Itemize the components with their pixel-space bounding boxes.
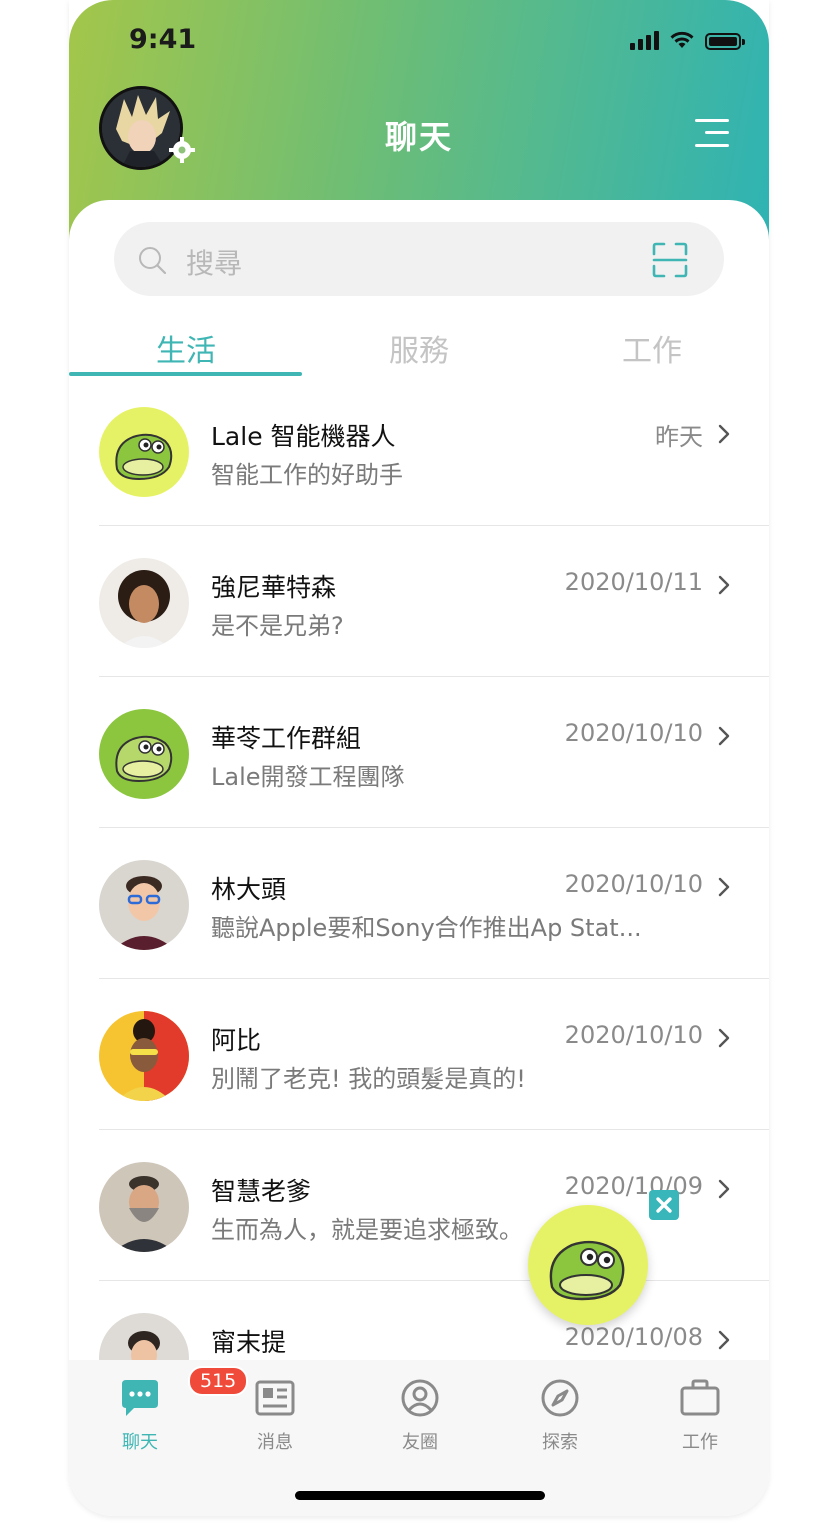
row-divider: [99, 1129, 769, 1130]
chat-name: Lale 智能機器人: [211, 422, 396, 451]
chat-icon: 515: [118, 1366, 249, 1420]
chat-name: 阿比: [211, 1026, 262, 1055]
status-time: 9:41: [129, 24, 197, 55]
chat-date: 2020/10/11: [564, 568, 703, 596]
chat-preview: 智能工作的好助手: [211, 461, 403, 489]
chat-row[interactable]: Lale 智能機器人 智能工作的好助手 昨天: [99, 405, 769, 556]
chat-preview: Lale開發工程團隊: [211, 763, 405, 791]
home-indicator[interactable]: [295, 1491, 545, 1500]
compass-icon: [538, 1376, 582, 1420]
chevron-right-icon: [718, 424, 730, 444]
tabbar-item-chat[interactable]: 515 聊天: [85, 1366, 249, 1454]
chevron-right-icon: [718, 877, 730, 897]
search-bar[interactable]: 搜尋: [114, 222, 724, 296]
active-tab-indicator: [69, 372, 302, 376]
tab-services[interactable]: 服務: [302, 326, 536, 370]
chat-row[interactable]: 阿比 別鬧了老克! 我的頭髮是真的! 2020/10/10: [99, 1009, 769, 1160]
search-input[interactable]: 搜尋: [186, 242, 242, 282]
avatar: [99, 1162, 189, 1252]
tabbar-label: 友圈: [402, 1432, 438, 1453]
chevron-right-icon: [718, 575, 730, 595]
chat-preview: 別鬧了老克! 我的頭髮是真的!: [211, 1065, 526, 1093]
bot-mascot-icon: [549, 1240, 625, 1301]
chevron-right-icon: [718, 1330, 730, 1350]
content-sheet: 搜尋 生活 服務 工作 Lale 智能機器人 智能工作的好助手 昨天 強尼華特森…: [69, 200, 769, 1516]
chevron-right-icon: [718, 1028, 730, 1048]
chat-date: 2020/10/09: [564, 1172, 703, 1200]
avatar: [99, 860, 189, 950]
chat-row[interactable]: 智慧老爹 生而為人，就是要追求極致。 2020/10/09: [99, 1160, 769, 1311]
chat-name: 林大頭: [211, 875, 287, 904]
row-divider: [99, 827, 769, 828]
chat-date: 2020/10/10: [564, 1021, 703, 1049]
battery-icon: [705, 33, 745, 50]
chat-name: 華苓工作群組: [211, 724, 362, 753]
chat-row[interactable]: 林大頭 聽說Apple要和Sony合作推出Ap Stat... 2020/10/…: [99, 858, 769, 1009]
chat-row[interactable]: 強尼華特森 是不是兄弟? 2020/10/11: [99, 556, 769, 707]
status-icons: [630, 30, 745, 50]
floating-bot-button[interactable]: [528, 1205, 648, 1325]
chat-preview: 生而為人，就是要追求極致。: [211, 1216, 523, 1244]
tabbar-item-work[interactable]: 工作: [645, 1376, 755, 1454]
tabbar-label: 消息: [257, 1432, 293, 1453]
category-tabs: 生活 服務 工作: [69, 320, 769, 380]
friends-icon: [398, 1376, 442, 1420]
tabbar-item-explore[interactable]: 探索: [505, 1376, 615, 1454]
chevron-right-icon: [718, 726, 730, 746]
chat-date: 昨天: [655, 423, 703, 451]
briefcase-icon: [678, 1376, 722, 1420]
chat-preview: 是不是兄弟?: [211, 612, 344, 640]
news-icon: [253, 1376, 297, 1420]
tabbar-label: 工作: [682, 1432, 718, 1453]
tabbar-label: 聊天: [122, 1432, 158, 1453]
chat-name: 甯末提: [211, 1328, 287, 1357]
page-title: 聊天: [384, 118, 453, 156]
row-divider: [99, 978, 769, 979]
chat-preview: 聽說Apple要和Sony合作推出Ap Stat...: [211, 914, 642, 942]
tab-work[interactable]: 工作: [535, 326, 769, 370]
avatar: [99, 558, 189, 648]
chat-name: 智慧老爹: [211, 1177, 312, 1206]
row-divider: [99, 1280, 769, 1281]
row-divider: [99, 525, 769, 526]
chat-date: 2020/10/08: [564, 1323, 703, 1351]
signal-icon: [630, 30, 659, 50]
chat-date: 2020/10/10: [564, 870, 703, 898]
tabbar-label: 探索: [542, 1432, 578, 1453]
tabbar-item-friends[interactable]: 友圈: [365, 1376, 475, 1454]
tabbar-item-news[interactable]: 消息: [220, 1376, 330, 1454]
phone-screen: 9:41 聊天 搜尋 生活 服務 工作 Lale 智能機器人 智能工作的好助手 …: [69, 0, 769, 1516]
avatar: [99, 1011, 189, 1101]
bot-avatar: [99, 709, 189, 799]
chevron-right-icon: [718, 1179, 730, 1199]
tab-life[interactable]: 生活: [69, 326, 303, 370]
chat-row[interactable]: 華苓工作群組 Lale開發工程團隊 2020/10/10: [99, 707, 769, 858]
row-divider: [99, 676, 769, 677]
scan-icon[interactable]: [652, 242, 688, 278]
wifi-icon: [670, 31, 694, 48]
close-floating-icon[interactable]: [649, 1190, 679, 1220]
chat-date: 2020/10/10: [564, 719, 703, 747]
bot-avatar: [99, 407, 189, 497]
menu-icon[interactable]: [693, 115, 729, 151]
chat-name: 強尼華特森: [211, 573, 337, 602]
search-icon: [139, 247, 167, 275]
